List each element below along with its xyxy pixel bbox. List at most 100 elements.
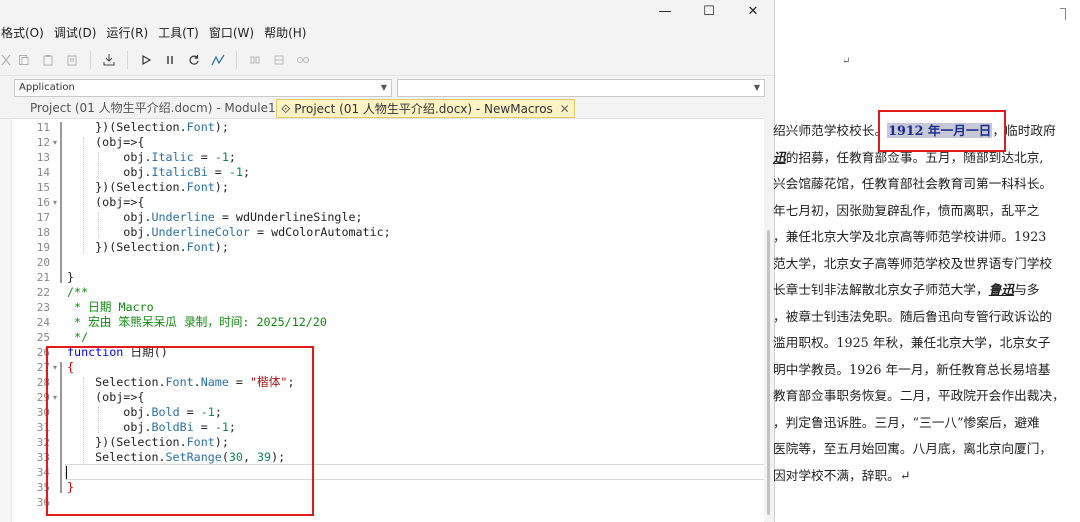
fold-toggle-icon[interactable]: ▾ [53,390,57,405]
code-line[interactable]: 19 })(Selection.Font); [0,240,765,255]
scrollbar-thumb[interactable] [767,230,770,515]
fold-toggle-icon[interactable]: ▾ [53,135,57,150]
toolbar-divider [236,50,237,69]
cut-icon[interactable] [0,48,12,72]
document-line[interactable]: 长章士钊非法解散北京女子师范大学，鲁迅与多 [773,277,1039,303]
code-line[interactable]: 15 })(Selection.Font); [0,180,765,195]
code-line[interactable]: 26 function 日期() [0,345,765,360]
line-number: 29 [36,391,50,404]
doc-text: 医院等，至五月始回寓。八月底，离北京向厦门， [773,441,1053,456]
margin-crop-mark [1060,8,1066,9]
code-editor[interactable]: 11 })(Selection.Font); 12 ▾ (obj=>{13 obj.… [0,118,765,522]
menu-run[interactable]: 运行(R) [101,22,153,44]
close-tab-icon[interactable]: ✕ [560,102,570,116]
object-dropdown[interactable]: Application ▼ [14,79,392,97]
code-line[interactable]: 28 Selection.Font.Name = "楷体"; [0,375,765,390]
fold-toggle-icon[interactable]: ▾ [53,195,57,210]
menu-debug[interactable]: 调试(D) [49,22,102,44]
step-out-icon[interactable] [291,48,315,72]
menu-tools[interactable]: 工具(T) [153,22,204,44]
code-line[interactable]: 36 [0,495,765,510]
code-line[interactable]: 18 obj.UnderlineColor = wdColorAutomatic… [0,225,765,240]
code-text: })(Selection.Font); [67,180,229,194]
code-text: (obj=>{ [67,195,145,209]
doc-text: 与多 [1014,282,1040,297]
line-number: 17 [36,211,50,224]
document-line[interactable]: ，判定鲁迅诉胜。三月，“三一八”惨案后，避难 [773,410,1040,436]
code-text: obj.UnderlineColor = wdColorAutomatic; [67,225,391,239]
code-line[interactable]: 30 obj.Bold = -1; [0,405,765,420]
run-icon[interactable] [134,48,158,72]
code-line[interactable]: 31 obj.BoldBi = -1; [0,420,765,435]
code-line[interactable]: 11 })(Selection.Font); [0,120,765,135]
margin-crop-mark [1065,8,1066,20]
find-icon[interactable] [60,48,84,72]
save-icon[interactable] [97,48,121,72]
document-tabs: Project (01 人物生平介绍.docm) - Module1 ⟐ Pro… [0,98,774,118]
tab-newmacros[interactable]: ⟐ Project (01 人物生平介绍.docx) - NewMacros ✕ [276,99,575,118]
code-line[interactable]: 16 ▾ (obj=>{ [0,195,765,210]
toolbar [0,44,774,76]
document-line[interactable]: 因对学校不满，辞职。↵ [773,463,911,489]
document-line[interactable]: 年七月初，因张勋复辟乱作，愤而离职，乱平之 [773,198,1039,224]
reset-icon[interactable] [182,48,206,72]
code-line[interactable]: 33 Selection.SetRange(30, 39); [0,450,765,465]
minimize-icon: — [658,3,672,19]
doc-text: ，临时政府 [992,123,1056,138]
close-button[interactable]: ✕ [730,1,774,21]
code-line[interactable]: 13 obj.Italic = -1; [0,150,765,165]
document-line[interactable]: 教育部佥事职务恢复。二月，平政院开会作出裁决， [773,383,1065,409]
document-line[interactable]: 绍兴师范学校校长。1912 年一月一日，临时政府 [773,118,1056,144]
line-number: 15 [36,181,50,194]
code-line[interactable]: 25 */ [0,330,765,345]
design-mode-icon[interactable] [206,48,230,72]
tab-module1[interactable]: Project (01 人物生平介绍.docm) - Module1 [26,99,280,118]
fold-toggle-icon[interactable]: ▾ [53,360,57,375]
word-document[interactable]: ↵ 绍兴师范学校校长。1912 年一月一日，临时政府 迅的招募，任教育部佥事。五月… [773,0,1080,522]
code-line[interactable]: 23 * 日期 Macro [0,300,765,315]
paste-icon[interactable] [36,48,60,72]
document-line[interactable]: 兴会馆藤花馆，任教育部社会教育司第一科科长。 [773,171,1052,197]
doc-text: ，兼任北京大学及北京高等师范学校讲师。1923 [773,229,1047,244]
line-number: 26 [36,346,50,359]
code-line[interactable]: 32 })(Selection.Font); [0,435,765,450]
code-line[interactable]: 17 obj.Underline = wdUnderlineSingle; [0,210,765,225]
doc-text: 明中学教员。1926 年一月，新任教育总长易培基 [773,361,1051,377]
code-line[interactable]: 27 ▾ { [0,360,765,375]
procedure-dropdown[interactable]: ▼ [397,79,765,97]
maximize-button[interactable]: ☐ [686,1,732,21]
step-over-icon[interactable] [267,48,291,72]
document-line[interactable]: 医院等，至五月始回寓。八月底，离北京向厦门， [773,436,1052,462]
selected-date-text[interactable]: 1912 年一月一日 [887,123,993,138]
menu-format[interactable]: 格式(O) [0,22,49,44]
line-number: 25 [36,331,50,344]
scope-marker [60,122,62,283]
code-text: * 宏由 笨熊呆呆瓜 录制，时间: 2025/12/20 [67,315,327,329]
indent-guide [98,212,99,238]
code-line[interactable]: 14 obj.ItalicBi = -1; [0,165,765,180]
code-line[interactable]: 12 ▾ (obj=>{ [0,135,765,150]
module-icon: ⟐ [281,102,291,116]
document-line[interactable]: 迅的招募，任教育部佥事。五月，随部到达北京, [773,145,1043,171]
code-line[interactable]: 24 * 宏由 笨熊呆呆瓜 录制，时间: 2025/12/20 [0,315,765,330]
code-text: } [67,480,75,494]
step-into-icon[interactable] [243,48,267,72]
code-line[interactable]: 29 ▾ (obj=>{ [0,390,765,405]
document-line[interactable]: ，被章士钊违法免职。随后鲁迅向专管行政诉讼的 [773,304,1052,330]
scope-marker [60,362,62,493]
menu-help[interactable]: 帮助(H) [259,22,311,44]
line-number: 12 [36,136,50,149]
pause-icon[interactable] [158,48,182,72]
document-line[interactable]: 滥用职权。1925 年秋，兼任北京大学，北京女子 [773,330,1050,356]
document-line[interactable]: 明中学教员。1926 年一月，新任教育总长易培基 [773,357,1050,383]
document-line[interactable]: 范大学，北京女子高等师范学校及世界语专门学校 [773,251,1052,277]
code-line[interactable]: 21} [0,270,765,285]
minimize-button[interactable]: — [642,1,688,21]
document-line[interactable]: ，兼任北京大学及北京高等师范学校讲师。1923 [773,224,1046,250]
code-line[interactable]: 22 /** [0,285,765,300]
copy-icon[interactable] [12,48,36,72]
menu-window[interactable]: 窗口(W) [204,22,259,44]
code-line[interactable]: 20 [0,255,765,270]
line-number: 28 [36,376,50,389]
code-line[interactable]: 35} [0,480,765,495]
